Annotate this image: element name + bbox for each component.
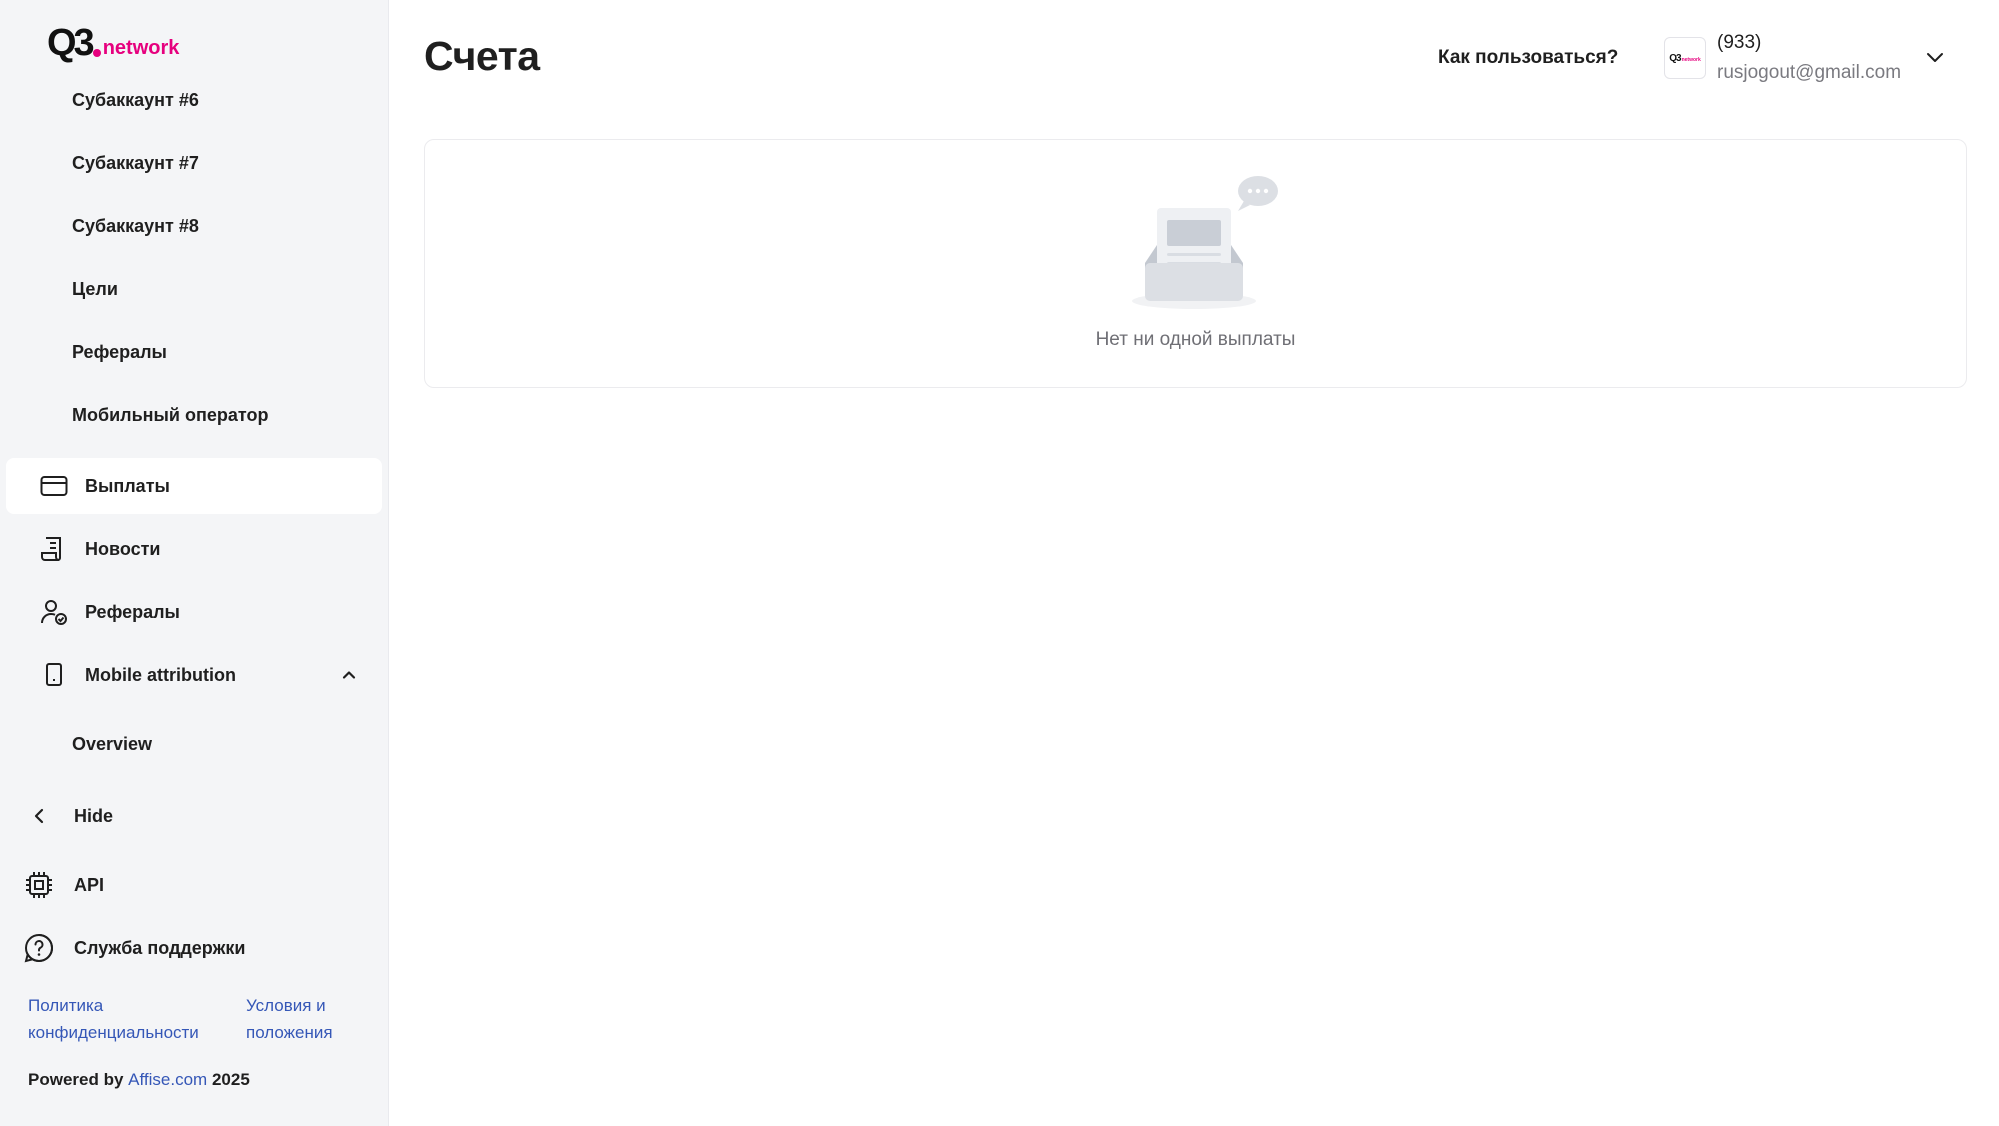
empty-state-text: Нет ни одной выплаты [1095,329,1296,350]
sidebar-subitem-subaccount-8[interactable]: Субаккаунт #8 [72,216,199,237]
sidebar-subitem-mobile-operator[interactable]: Мобильный оператор [72,405,268,426]
sidebar-item-support[interactable]: Служба поддержки [24,928,245,968]
api-label: API [74,874,105,895]
privacy-policy-link[interactable]: Политика конфиденциальности [28,992,199,1046]
user-id: (933) [1717,32,1762,53]
logo-dot [92,49,101,57]
sidebar-subitem-overview[interactable]: Overview [72,734,152,755]
user-email: rusjogout@gmail.com [1717,62,1902,83]
support-label: Служба поддержки [74,937,246,958]
powered-by: Powered by Affise.com 2025 [28,1070,250,1090]
powered-prefix: Powered by [28,1070,124,1089]
help-circle-icon [24,933,54,963]
mobile-icon [40,661,68,689]
terms-link[interactable]: Условия и положения [246,992,333,1046]
sidebar-subitem-subaccount-6[interactable]: Субаккаунт #6 [72,90,199,111]
sidebar-item-label: Рефералы [85,601,180,622]
sidebar-item-referrals[interactable]: Рефералы [6,584,382,640]
powered-year: 2025 [211,1070,250,1089]
logo-mark: Q3 [47,22,95,64]
logo-suffix: network [102,37,180,59]
sidebar: Q3 network Субаккаунт #6 Субаккаунт #7 С… [0,0,389,1126]
hide-label: Hide [74,805,114,826]
terms-line1: Условия и [246,996,326,1015]
referral-icon [40,598,68,626]
empty-inbox-icon [1132,173,1282,313]
page-title: Счета [424,33,540,79]
privacy-line1: Политика [28,996,104,1015]
sidebar-hide-button[interactable]: Hide [24,796,113,836]
chip-icon [24,870,54,900]
sidebar-item-label: Выплаты [85,475,170,496]
brand-logo[interactable]: Q3 network [47,24,179,62]
avatar-logo-mark: Q3 [1669,52,1681,64]
affise-link[interactable]: Affise.com [128,1070,207,1089]
sidebar-subitem-goals[interactable]: Цели [72,279,118,300]
sidebar-item-mobile-attribution[interactable]: Mobile attribution [6,647,382,703]
user-menu[interactable]: Q3 network (933) rusjogout@gmail.com [1664,32,1954,88]
sidebar-subitem-referrals[interactable]: Рефералы [72,342,167,363]
sidebar-item-label: Mobile attribution [85,664,236,685]
avatar: Q3 network [1664,37,1706,79]
sidebar-item-label: Новости [85,538,161,559]
news-icon [40,535,68,563]
sidebar-item-api[interactable]: API [24,865,104,905]
payouts-card: Нет ни одной выплаты [424,139,1967,388]
chevron-down-icon[interactable] [1924,46,1946,68]
chevron-left-icon [24,801,54,831]
terms-line2: положения [246,1023,333,1042]
sidebar-subitem-subaccount-7[interactable]: Субаккаунт #7 [72,153,199,174]
privacy-line2: конфиденциальности [28,1023,199,1042]
sidebar-item-news[interactable]: Новости [6,521,382,577]
card-icon [40,472,68,500]
sidebar-item-payouts[interactable]: Выплаты [6,458,382,514]
how-to-use-link[interactable]: Как пользоваться? [1438,47,1618,69]
avatar-logo-suffix: network [1681,56,1701,63]
chevron-up-icon[interactable] [340,666,358,684]
